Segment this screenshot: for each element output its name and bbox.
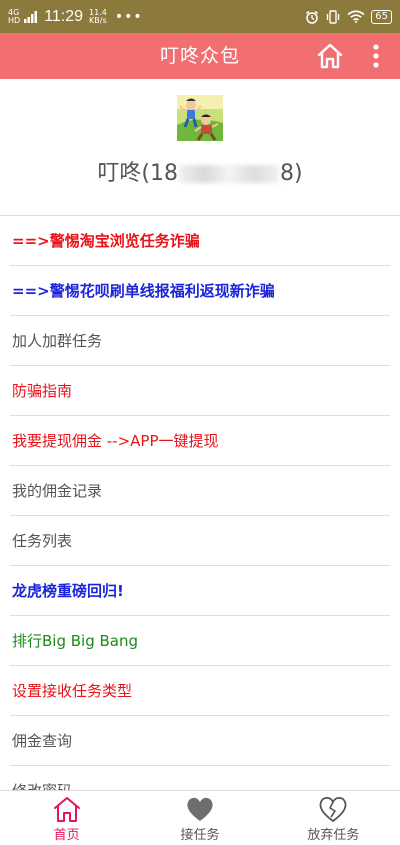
- menu-item[interactable]: 设置接收任务类型: [10, 666, 390, 716]
- menu-list: ==>警惕淘宝浏览任务诈骗 ==>警惕花呗刷单线报福利返现新诈骗 加人加群任务 …: [0, 215, 400, 791]
- menu-item[interactable]: 佣金查询: [10, 716, 390, 766]
- status-time: 11:29: [44, 7, 84, 25]
- network-indicator: 4G HD: [8, 8, 21, 25]
- home-icon: [53, 797, 80, 822]
- menu-item[interactable]: 加人加群任务: [10, 316, 390, 366]
- avatar-image: [177, 95, 223, 141]
- status-bar: 4G HD 11:29 11.4 KB/s ••• 65: [0, 0, 400, 33]
- network-speed: 11.4 KB/s: [89, 8, 107, 25]
- menu-item[interactable]: ==>警惕花呗刷单线报福利返现新诈骗: [10, 266, 390, 316]
- menu-item[interactable]: 龙虎榜重磅回归!: [10, 566, 390, 616]
- masked-phone-number: [178, 165, 279, 183]
- status-left: 4G HD 11:29 11.4 KB/s •••: [8, 8, 143, 26]
- tab-abandon-task[interactable]: 放弃任务: [267, 791, 400, 845]
- heart-filled-icon: [187, 797, 213, 821]
- home-button[interactable]: [316, 42, 344, 70]
- username-prefix: 叮咚(18: [97, 161, 178, 186]
- signal-icon: [24, 10, 38, 23]
- more-vertical-icon: [373, 44, 379, 68]
- tab-label: 接任务: [180, 828, 220, 843]
- network-sub: HD: [8, 15, 21, 25]
- menu-item[interactable]: 修改密码: [10, 766, 390, 791]
- more-notifications-icon: •••: [114, 8, 143, 25]
- status-right: 65: [305, 9, 392, 24]
- more-menu-button[interactable]: [366, 42, 386, 70]
- menu-item[interactable]: 我的佣金记录: [10, 466, 390, 516]
- profile-section: 叮咚(18 8): [0, 79, 400, 215]
- wifi-icon: [347, 10, 365, 23]
- bottom-tab-bar: 首页 接任务 放弃任务: [0, 790, 400, 845]
- battery-indicator: 65: [371, 9, 392, 24]
- home-icon: [317, 43, 343, 69]
- speed-unit: KB/s: [89, 15, 107, 25]
- username-suffix: 8): [279, 161, 303, 186]
- heart-broken-icon: [319, 796, 347, 823]
- tab-label: 放弃任务: [307, 828, 360, 843]
- tab-accept-task[interactable]: 接任务: [133, 791, 266, 845]
- app-header: 叮咚众包: [0, 33, 400, 79]
- tab-label: 首页: [53, 828, 80, 843]
- username: 叮咚(18 8): [0, 155, 400, 187]
- menu-item[interactable]: 任务列表: [10, 516, 390, 566]
- alarm-icon: [306, 10, 319, 24]
- menu-item[interactable]: 我要提现佣金 -->APP一键提现: [10, 416, 390, 466]
- menu-item[interactable]: 防骗指南: [10, 366, 390, 416]
- vibrate-icon: [327, 9, 340, 24]
- menu-item[interactable]: ==>警惕淘宝浏览任务诈骗: [10, 216, 390, 266]
- tab-home[interactable]: 首页: [0, 791, 133, 845]
- menu-item[interactable]: 排行Big Big Bang: [10, 616, 390, 666]
- avatar[interactable]: [177, 95, 223, 141]
